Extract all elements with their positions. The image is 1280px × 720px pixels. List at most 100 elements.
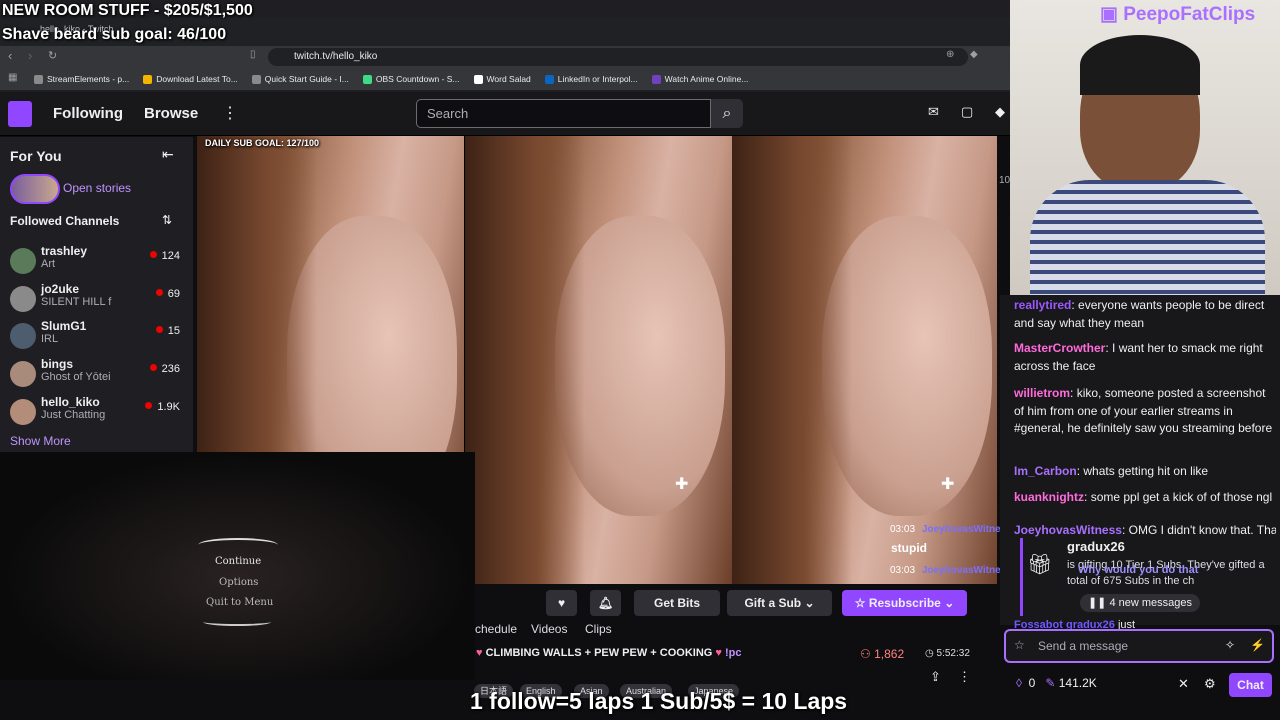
sort-icon[interactable]: ⇅ (162, 213, 172, 227)
overlay-chat-text: Why would you do that (1078, 564, 1199, 576)
extension-icon[interactable]: ◆ (970, 49, 978, 60)
bits-icon: ◊ (1016, 676, 1022, 690)
sparkle-icon[interactable]: ✧ (1225, 638, 1235, 652)
chat-message: MasterCrowther: I want her to smack me r… (1014, 341, 1263, 373)
viewer-count: ⚇ 1,862 (860, 647, 905, 661)
menu-ornament (203, 618, 271, 626)
search-icon[interactable]: ⌕ (711, 99, 743, 128)
whispers-icon[interactable]: ▢ (961, 104, 973, 120)
collapse-icon[interactable]: ⇤ (162, 146, 174, 163)
zoom-icon[interactable]: ⊕ (946, 49, 954, 60)
heart-icon: ♥ (715, 647, 722, 659)
wand-icon[interactable]: ✕ (1178, 676, 1189, 692)
cross-necklace-icon: ✚ (941, 476, 955, 493)
stories-avatars[interactable] (10, 174, 60, 204)
avatar (10, 323, 36, 349)
chat-message: reallytired: everyone wants people to be… (1014, 298, 1265, 330)
chat-message: Im_Carbon: whats getting hit on like (1014, 464, 1209, 478)
get-bits-button[interactable]: Get Bits (634, 590, 720, 616)
favicon-icon (34, 74, 43, 84)
cross-necklace-icon: ✚ (675, 476, 689, 493)
more-options-icon[interactable]: ⋮ (958, 669, 971, 685)
tab-videos[interactable]: Videos (531, 622, 567, 636)
apps-icon[interactable]: ▦ (8, 72, 17, 83)
sidebar-item-slumg1[interactable]: SlumG1 IRL 15 (10, 319, 190, 355)
nav-following[interactable]: Following (53, 105, 123, 122)
beard-goal-overlay: Shave beard sub goal: 46/100 (2, 26, 227, 43)
reload-icon[interactable]: ↻ (48, 49, 57, 62)
clock-icon: ◷ (925, 648, 934, 659)
tab-schedule[interactable]: chedule (475, 622, 517, 636)
emote-icon[interactable]: ☆ (1014, 638, 1025, 652)
inbox-icon[interactable]: ✉ (928, 104, 939, 120)
game-options[interactable]: Options (219, 577, 258, 588)
webcam-feed (1010, 0, 1280, 305)
channel-points[interactable]: ◊ 0 ✎ 141.2K (1016, 676, 1097, 690)
settings-gear-icon[interactable]: ⚙ (1204, 676, 1216, 692)
notification-bell-icon[interactable]: 🔔︎ (590, 590, 621, 616)
gift-icon: 🎁︎ (1027, 554, 1053, 576)
favicon-icon (362, 74, 372, 84)
stream-title: ♥ CLIMBING WALLS + PEW PEW + COOKING ♥ !… (476, 647, 742, 659)
chat-message: kuanknightz: some ppl get a kick of of t… (1014, 490, 1273, 504)
chat-message: JoeyhovasWitness: OMG I didn't know that… (1014, 523, 1276, 537)
twitch-logo-icon[interactable] (8, 101, 32, 127)
resubscribe-button[interactable]: ☆ Resubscribe ⌄ (842, 590, 967, 616)
bookmark-item[interactable]: LinkedIn or Interpol... (544, 74, 638, 84)
followed-heading: Followed Channels (10, 214, 120, 228)
bookmark-item[interactable]: Word Salad (473, 74, 531, 84)
url-field[interactable]: twitch.tv/hello_kiko (268, 48, 968, 66)
prime-icon[interactable]: ◆ (995, 104, 1005, 120)
sidebar-heading: For You (10, 148, 62, 164)
avatar (10, 248, 36, 274)
favicon-icon (473, 74, 483, 84)
bookmark-icon[interactable]: ▯ (250, 49, 256, 60)
sidebar-item-trashley[interactable]: trashley Art 124 (10, 244, 190, 280)
chat-send-button[interactable]: Chat (1229, 673, 1272, 697)
side-count: 10 (999, 175, 1011, 186)
game-continue[interactable]: Continue (215, 556, 261, 567)
bookmark-item[interactable]: Quick Start Guide - I... (251, 74, 349, 84)
follow-heart-icon[interactable]: ♥ (546, 590, 577, 616)
favicon-icon (544, 74, 554, 84)
gift-sub-button[interactable]: Gift a Sub ⌄ (727, 590, 832, 616)
twitch-glitch-icon: ▣ (1100, 4, 1118, 25)
tab-clips[interactable]: Clips (585, 622, 612, 636)
sidebar-item-bings[interactable]: bings Ghost of Yōtei 236 (10, 357, 190, 393)
daily-sub-goal: DAILY SUB GOAL: 127/100 (205, 138, 320, 148)
open-stories-link[interactable]: Open stories (63, 181, 131, 195)
streamer-hair (1080, 35, 1200, 95)
overlay-chat-line: 03:03 JoeyhovasWitness (890, 524, 1010, 535)
nav-browse[interactable]: Browse (144, 105, 198, 122)
forward-icon[interactable]: › (28, 48, 32, 63)
avatar (10, 286, 36, 312)
favicon-icon (651, 74, 661, 84)
points-icon: ✎ (1045, 676, 1056, 690)
more-menu-icon[interactable]: ⋮ (222, 103, 238, 123)
bookmark-item[interactable]: StreamElements - p... (34, 74, 129, 84)
back-icon[interactable]: ‹ (8, 48, 12, 63)
bookmark-item[interactable]: OBS Countdown - S... (362, 74, 460, 84)
menu-ornament (198, 538, 278, 552)
heart-icon: ♥ (476, 647, 483, 659)
chat-message-cut: Fossabot gradux26 just (1014, 619, 1136, 629)
sidebar-item-jo2uke[interactable]: jo2uke SILENT HILL f 69 (10, 282, 190, 318)
game-overlay: Continue Options Quit to Menu (0, 452, 475, 680)
search-input[interactable]: Search (416, 99, 711, 128)
bttv-icon[interactable]: ⚡ (1250, 638, 1265, 652)
share-icon[interactable]: ⇪ (930, 669, 941, 685)
bookmark-item[interactable]: Download Latest To... (143, 74, 238, 84)
new-messages-pill[interactable]: ❚❚ 4 new messages (1080, 594, 1200, 612)
person-icon: ⚇ (860, 647, 871, 661)
bookmarks-bar: StreamElements - p... Download Latest To… (0, 68, 1010, 90)
game-quit[interactable]: Quit to Menu (206, 597, 273, 608)
favicon-icon (143, 74, 153, 84)
sidebar-item-hello-kiko[interactable]: hello_kiko Just Chatting 1.9K (10, 395, 190, 431)
room-goal-overlay: NEW ROOM STUFF - $205/$1,500 (2, 2, 253, 19)
laps-overlay: 1 follow=5 laps 1 Sub/5$ = 10 Laps (470, 688, 848, 714)
bookmark-item[interactable]: Watch Anime Online... (651, 74, 748, 84)
avatar (10, 361, 36, 387)
show-more-link[interactable]: Show More (10, 434, 71, 448)
clip-brand: ▣ PeepoFatClips (1100, 4, 1256, 25)
overlay-chat-text: stupid (891, 541, 927, 555)
